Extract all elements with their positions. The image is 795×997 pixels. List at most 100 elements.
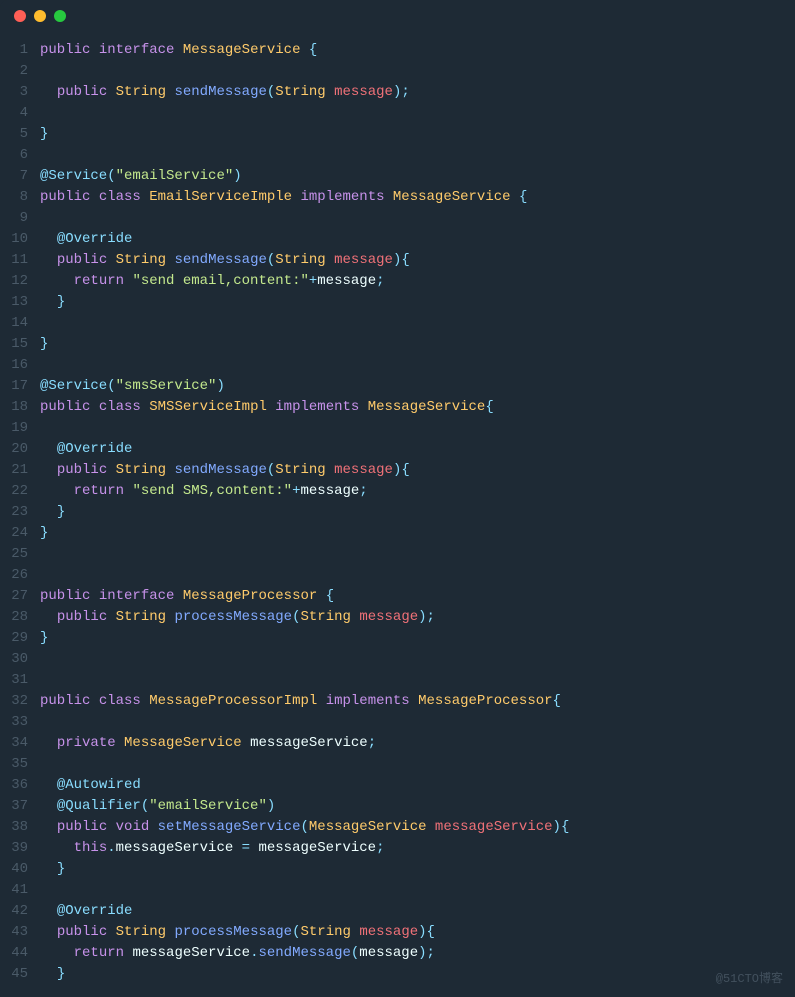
token (326, 462, 334, 478)
code-line[interactable]: 38 public void setMessageService(Message… (0, 817, 795, 838)
token: } (40, 630, 48, 646)
line-number: 24 (0, 523, 40, 544)
line-number: 42 (0, 901, 40, 922)
token (511, 189, 519, 205)
code-line[interactable]: 37 @Qualifier("emailService") (0, 796, 795, 817)
line-number: 1 (0, 40, 40, 61)
token: ; (368, 735, 376, 751)
token: return (74, 945, 124, 961)
code-content: public String processMessage(String mess… (40, 922, 435, 943)
code-line[interactable]: 39 this.messageService = messageService; (0, 838, 795, 859)
code-line[interactable]: 9 (0, 208, 795, 229)
token: EmailServiceImple (149, 189, 292, 205)
code-line[interactable]: 30 (0, 649, 795, 670)
token: class (99, 189, 141, 205)
line-number: 25 (0, 544, 40, 565)
line-number: 7 (0, 166, 40, 187)
close-icon[interactable] (14, 10, 26, 22)
token (40, 777, 57, 793)
token: class (99, 399, 141, 415)
code-line[interactable]: 11 public String sendMessage(String mess… (0, 250, 795, 271)
token: } (57, 966, 65, 982)
code-line[interactable]: 14 (0, 313, 795, 334)
token: ; (427, 945, 435, 961)
token: "send SMS,content:" (132, 483, 292, 499)
code-line[interactable]: 29} (0, 628, 795, 649)
line-number: 13 (0, 292, 40, 313)
code-line[interactable]: 8public class EmailServiceImple implemen… (0, 187, 795, 208)
line-number: 29 (0, 628, 40, 649)
code-line[interactable]: 6 (0, 145, 795, 166)
code-line[interactable]: 15} (0, 334, 795, 355)
code-line[interactable]: 20 @Override (0, 439, 795, 460)
code-line[interactable]: 25 (0, 544, 795, 565)
code-line[interactable]: 40 } (0, 859, 795, 880)
token: String (116, 609, 166, 625)
code-line[interactable]: 2 (0, 61, 795, 82)
token: } (40, 525, 48, 541)
token: public (40, 693, 90, 709)
code-line[interactable]: 19 (0, 418, 795, 439)
code-content: return "send SMS,content:"+message; (40, 481, 368, 502)
code-line[interactable]: 34 private MessageService messageService… (0, 733, 795, 754)
code-line[interactable]: 23 } (0, 502, 795, 523)
code-line[interactable]: 12 return "send email,content:"+message; (0, 271, 795, 292)
code-line[interactable]: 44 return messageService.sendMessage(mes… (0, 943, 795, 964)
token: public (57, 252, 107, 268)
code-line[interactable]: 16 (0, 355, 795, 376)
code-line[interactable]: 31 (0, 670, 795, 691)
code-line[interactable]: 35 (0, 754, 795, 775)
code-line[interactable]: 27public interface MessageProcessor { (0, 586, 795, 607)
code-line[interactable]: 24} (0, 523, 795, 544)
token: @Service (40, 378, 107, 394)
code-area[interactable]: 1public interface MessageService {23 pub… (0, 32, 795, 997)
token: interface (99, 588, 175, 604)
token (40, 798, 57, 814)
code-line[interactable]: 10 @Override (0, 229, 795, 250)
code-line[interactable]: 43 public String processMessage(String m… (0, 922, 795, 943)
token: message (359, 609, 418, 625)
code-line[interactable]: 13 } (0, 292, 795, 313)
code-line[interactable]: 5} (0, 124, 795, 145)
token: public (40, 399, 90, 415)
code-line[interactable]: 32public class MessageProcessorImpl impl… (0, 691, 795, 712)
token: String (116, 924, 166, 940)
token (116, 735, 124, 751)
code-line[interactable]: 22 return "send SMS,content:"+message; (0, 481, 795, 502)
code-line[interactable]: 26 (0, 565, 795, 586)
line-number: 9 (0, 208, 40, 229)
token: } (57, 504, 65, 520)
code-line[interactable]: 4 (0, 103, 795, 124)
line-number: 22 (0, 481, 40, 502)
token: String (301, 609, 351, 625)
token: ; (376, 840, 384, 856)
code-line[interactable]: 36 @Autowired (0, 775, 795, 796)
token: processMessage (174, 924, 292, 940)
token (107, 462, 115, 478)
line-number: 40 (0, 859, 40, 880)
maximize-icon[interactable] (54, 10, 66, 22)
line-number: 31 (0, 670, 40, 691)
code-content: this.messageService = messageService; (40, 838, 385, 859)
code-line[interactable]: 1public interface MessageService { (0, 40, 795, 61)
line-number: 23 (0, 502, 40, 523)
code-line[interactable]: 21 public String sendMessage(String mess… (0, 460, 795, 481)
token: ; (376, 273, 384, 289)
code-line[interactable]: 3 public String sendMessage(String messa… (0, 82, 795, 103)
code-line[interactable]: 45 } (0, 964, 795, 985)
line-number: 39 (0, 838, 40, 859)
code-line[interactable]: 41 (0, 880, 795, 901)
token: public (57, 924, 107, 940)
code-line[interactable]: 28 public String processMessage(String m… (0, 607, 795, 628)
code-line[interactable]: 33 (0, 712, 795, 733)
code-line[interactable]: 42 @Override (0, 901, 795, 922)
code-line[interactable]: 18public class SMSServiceImpl implements… (0, 397, 795, 418)
code-line[interactable]: 7@Service("emailService") (0, 166, 795, 187)
line-number: 44 (0, 943, 40, 964)
minimize-icon[interactable] (34, 10, 46, 22)
code-content: @Service("emailService") (40, 166, 242, 187)
line-number: 10 (0, 229, 40, 250)
token: @Qualifier (57, 798, 141, 814)
code-line[interactable]: 17@Service("smsService") (0, 376, 795, 397)
token: message (317, 273, 376, 289)
